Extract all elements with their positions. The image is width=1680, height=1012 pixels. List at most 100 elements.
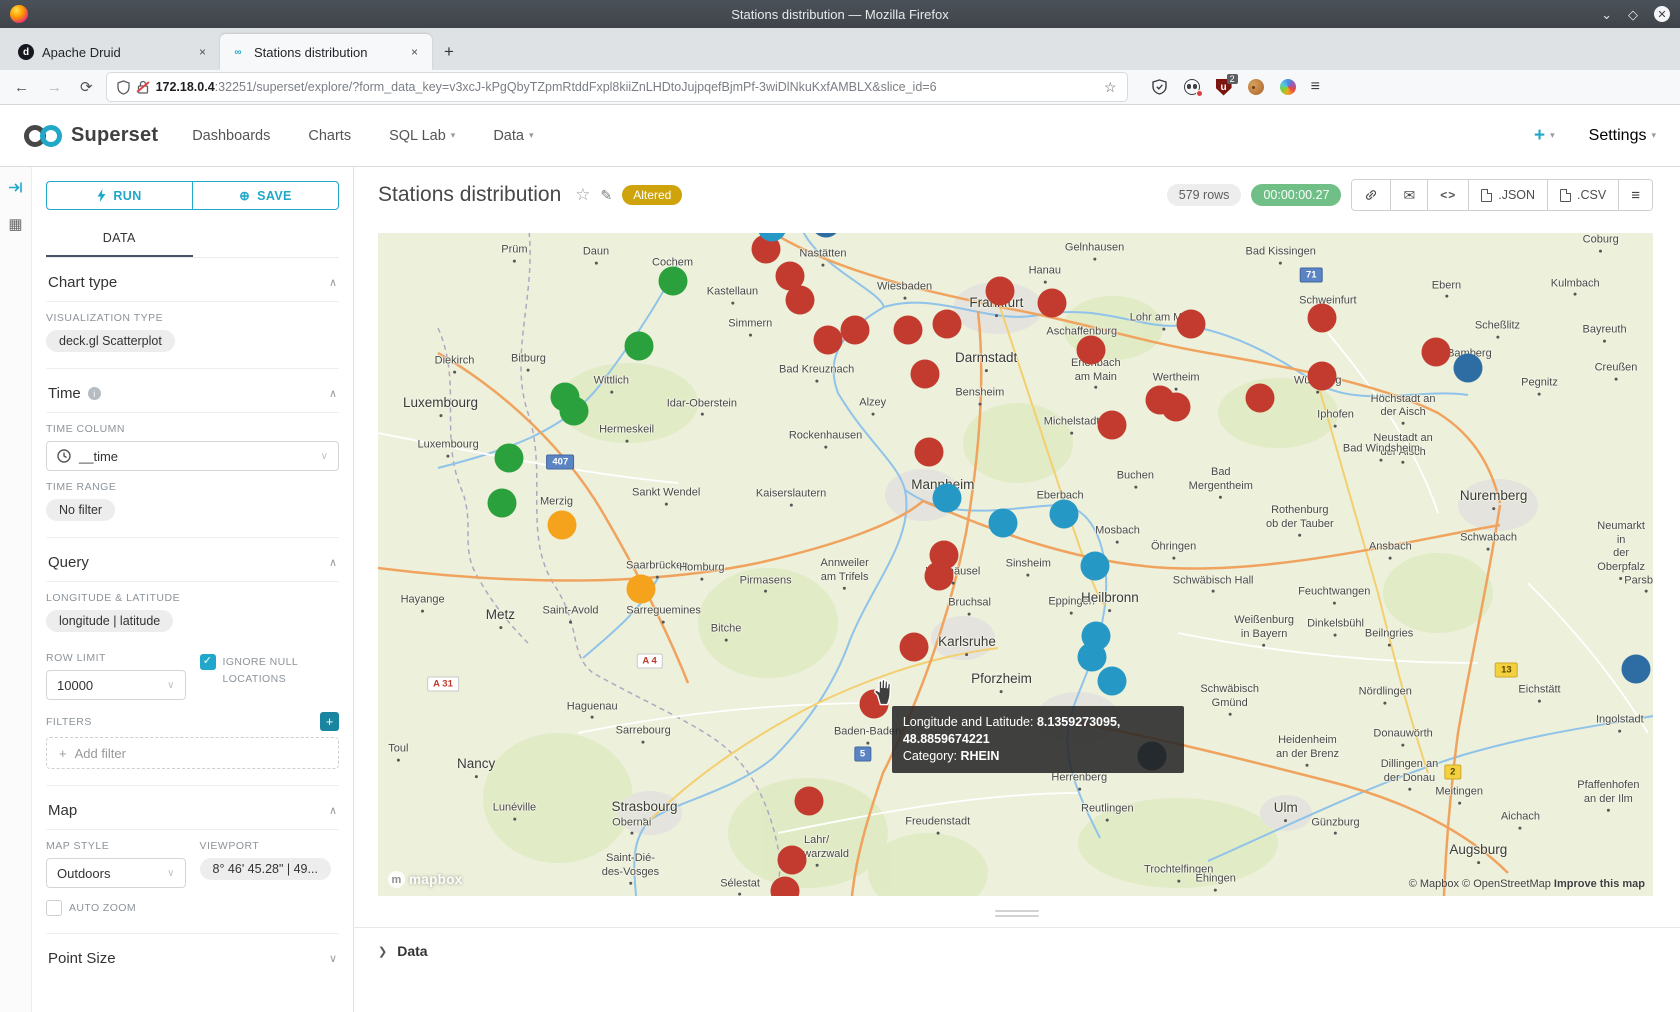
back-button[interactable]: ← [10,79,33,96]
superset-logo[interactable]: Superset [24,124,158,147]
scatter-point[interactable] [932,484,961,513]
row-limit-select[interactable]: 10000 ∨ [46,670,186,700]
scatter-point[interactable] [1038,289,1067,318]
section-query[interactable]: Query ∧ [46,538,339,581]
lonlat-pill[interactable]: longitude | latitude [46,610,173,632]
tab-apache-druid[interactable]: d Apache Druid × [8,34,220,70]
cookie-extension-icon[interactable] [1247,78,1265,96]
ignore-null-checkbox[interactable]: ✓ [200,654,216,670]
scatter-point[interactable] [625,332,654,361]
scatter-point[interactable] [786,285,815,314]
section-point-size[interactable]: Point Size ∨ [46,933,339,977]
scatter-point[interactable] [988,508,1017,537]
scatter-point[interactable] [626,575,655,604]
window-close-icon[interactable]: ✕ [1654,6,1670,22]
chart-menu-button[interactable]: ≡ [1618,180,1652,210]
scatter-point[interactable] [914,437,943,466]
section-chart-type[interactable]: Chart type ∧ [46,258,339,301]
scatter-point[interactable] [495,444,524,473]
tab-stations-distribution[interactable]: ∞ Stations distribution × [220,34,432,70]
deckgl-scatterplot-map[interactable]: PrümDaunCochemNastättenGelnhausenBad Kis… [378,233,1653,896]
scatter-point[interactable] [794,787,823,816]
add-filter-plus-button[interactable]: + [320,712,339,731]
embed-code-button[interactable]: <> [1427,180,1468,210]
tracking-shield-icon[interactable] [117,80,130,95]
scatter-point[interactable] [1098,667,1127,696]
map-city-label: Neumarkt in der Oberpfalz [1597,520,1645,580]
improve-map-link[interactable]: Improve this map [1554,878,1645,890]
scatter-point[interactable] [560,396,589,425]
run-button[interactable]: RUN [46,181,192,210]
new-item-button[interactable]: +▾ [1534,125,1555,147]
scatter-point[interactable] [910,360,939,389]
protections-shield-icon[interactable] [1151,78,1169,96]
new-tab-button[interactable]: + [432,38,466,70]
colorful-extension-icon[interactable] [1279,78,1297,96]
scatter-point[interactable] [925,561,954,590]
scatter-point[interactable] [1622,654,1651,683]
tab-close-icon[interactable]: × [195,43,210,61]
add-filter-dropzone[interactable]: + Add filter [46,737,339,769]
nav-dashboards[interactable]: Dashboards [192,128,270,144]
time-range-pill[interactable]: No filter [46,499,115,521]
window-maximize-icon[interactable]: ◇ [1628,8,1638,21]
reload-button[interactable]: ⟳ [76,78,97,96]
scatter-point[interactable] [1162,392,1191,421]
ublock-origin-icon[interactable]: u 2 [1215,78,1233,96]
scatter-point[interactable] [547,511,576,540]
favorite-star-icon[interactable]: ☆ [575,185,590,205]
viz-type-pill[interactable]: deck.gl Scatterplot [46,330,175,352]
scatter-point[interactable] [778,845,807,874]
scatter-point[interactable] [1307,362,1336,391]
dataset-grid-icon[interactable]: ▦ [8,215,22,233]
nav-sql-lab[interactable]: SQL Lab▾ [389,128,455,144]
settings-menu[interactable]: Settings▾ [1589,127,1656,145]
insecure-lock-icon[interactable] [137,80,149,94]
window-minimize-icon[interactable]: ⌄ [1601,8,1612,21]
scatter-point[interactable] [1422,337,1451,366]
scatter-point[interactable] [1078,642,1107,671]
panel-resize-handle[interactable] [995,910,1039,917]
scatter-point[interactable] [840,315,869,344]
multi-account-containers-icon[interactable] [1183,78,1201,96]
tab-data[interactable]: DATA [46,222,193,257]
share-link-button[interactable] [1352,180,1390,210]
scatter-point[interactable] [814,325,843,354]
scatter-point[interactable] [1454,353,1483,382]
altered-badge[interactable]: Altered [622,185,682,205]
scatter-point[interactable] [894,315,923,344]
auto-zoom-checkbox[interactable] [46,900,62,916]
scatter-point[interactable] [1049,500,1078,529]
scatter-point[interactable] [1098,410,1127,439]
scatter-point[interactable] [932,310,961,339]
edit-properties-icon[interactable]: ✎ [601,187,613,204]
map-style-select[interactable]: Outdoors ∨ [46,858,186,888]
nav-charts[interactable]: Charts [308,128,351,144]
scatter-point[interactable] [487,488,516,517]
scatter-point[interactable] [986,277,1015,306]
mapbox-logo[interactable]: m mapbox [388,871,463,888]
time-column-select[interactable]: __time ∨ [46,441,339,471]
section-time[interactable]: Time i ∧ [46,369,339,412]
scatter-point[interactable] [1177,310,1206,339]
forward-button[interactable]: → [43,79,66,96]
data-results-panel[interactable]: ❯ Data [354,927,1680,974]
viewport-pill[interactable]: 8° 46' 45.28" | 49... [200,858,331,880]
scatter-point[interactable] [1246,384,1275,413]
export-csv-button[interactable]: .CSV [1547,180,1618,210]
scatter-point[interactable] [1076,336,1105,365]
url-input[interactable]: 172.18.0.4:32251/superset/explore/?form_… [107,73,1127,101]
bookmark-star-icon[interactable]: ☆ [1104,79,1117,96]
expand-panel-icon[interactable] [8,181,23,199]
export-json-button[interactable]: .JSON [1468,180,1547,210]
scatter-point[interactable] [899,632,928,661]
scatter-point[interactable] [1080,551,1109,580]
scatter-point[interactable] [658,266,687,295]
nav-data[interactable]: Data▾ [493,128,533,144]
email-button[interactable]: ✉ [1390,180,1427,210]
firefox-menu-icon[interactable]: ≡ [1311,78,1320,96]
scatter-point[interactable] [1307,303,1336,332]
save-button[interactable]: ⊕ SAVE [192,181,339,210]
tab-close-icon[interactable]: × [407,43,422,61]
section-map[interactable]: Map ∧ [46,786,339,829]
